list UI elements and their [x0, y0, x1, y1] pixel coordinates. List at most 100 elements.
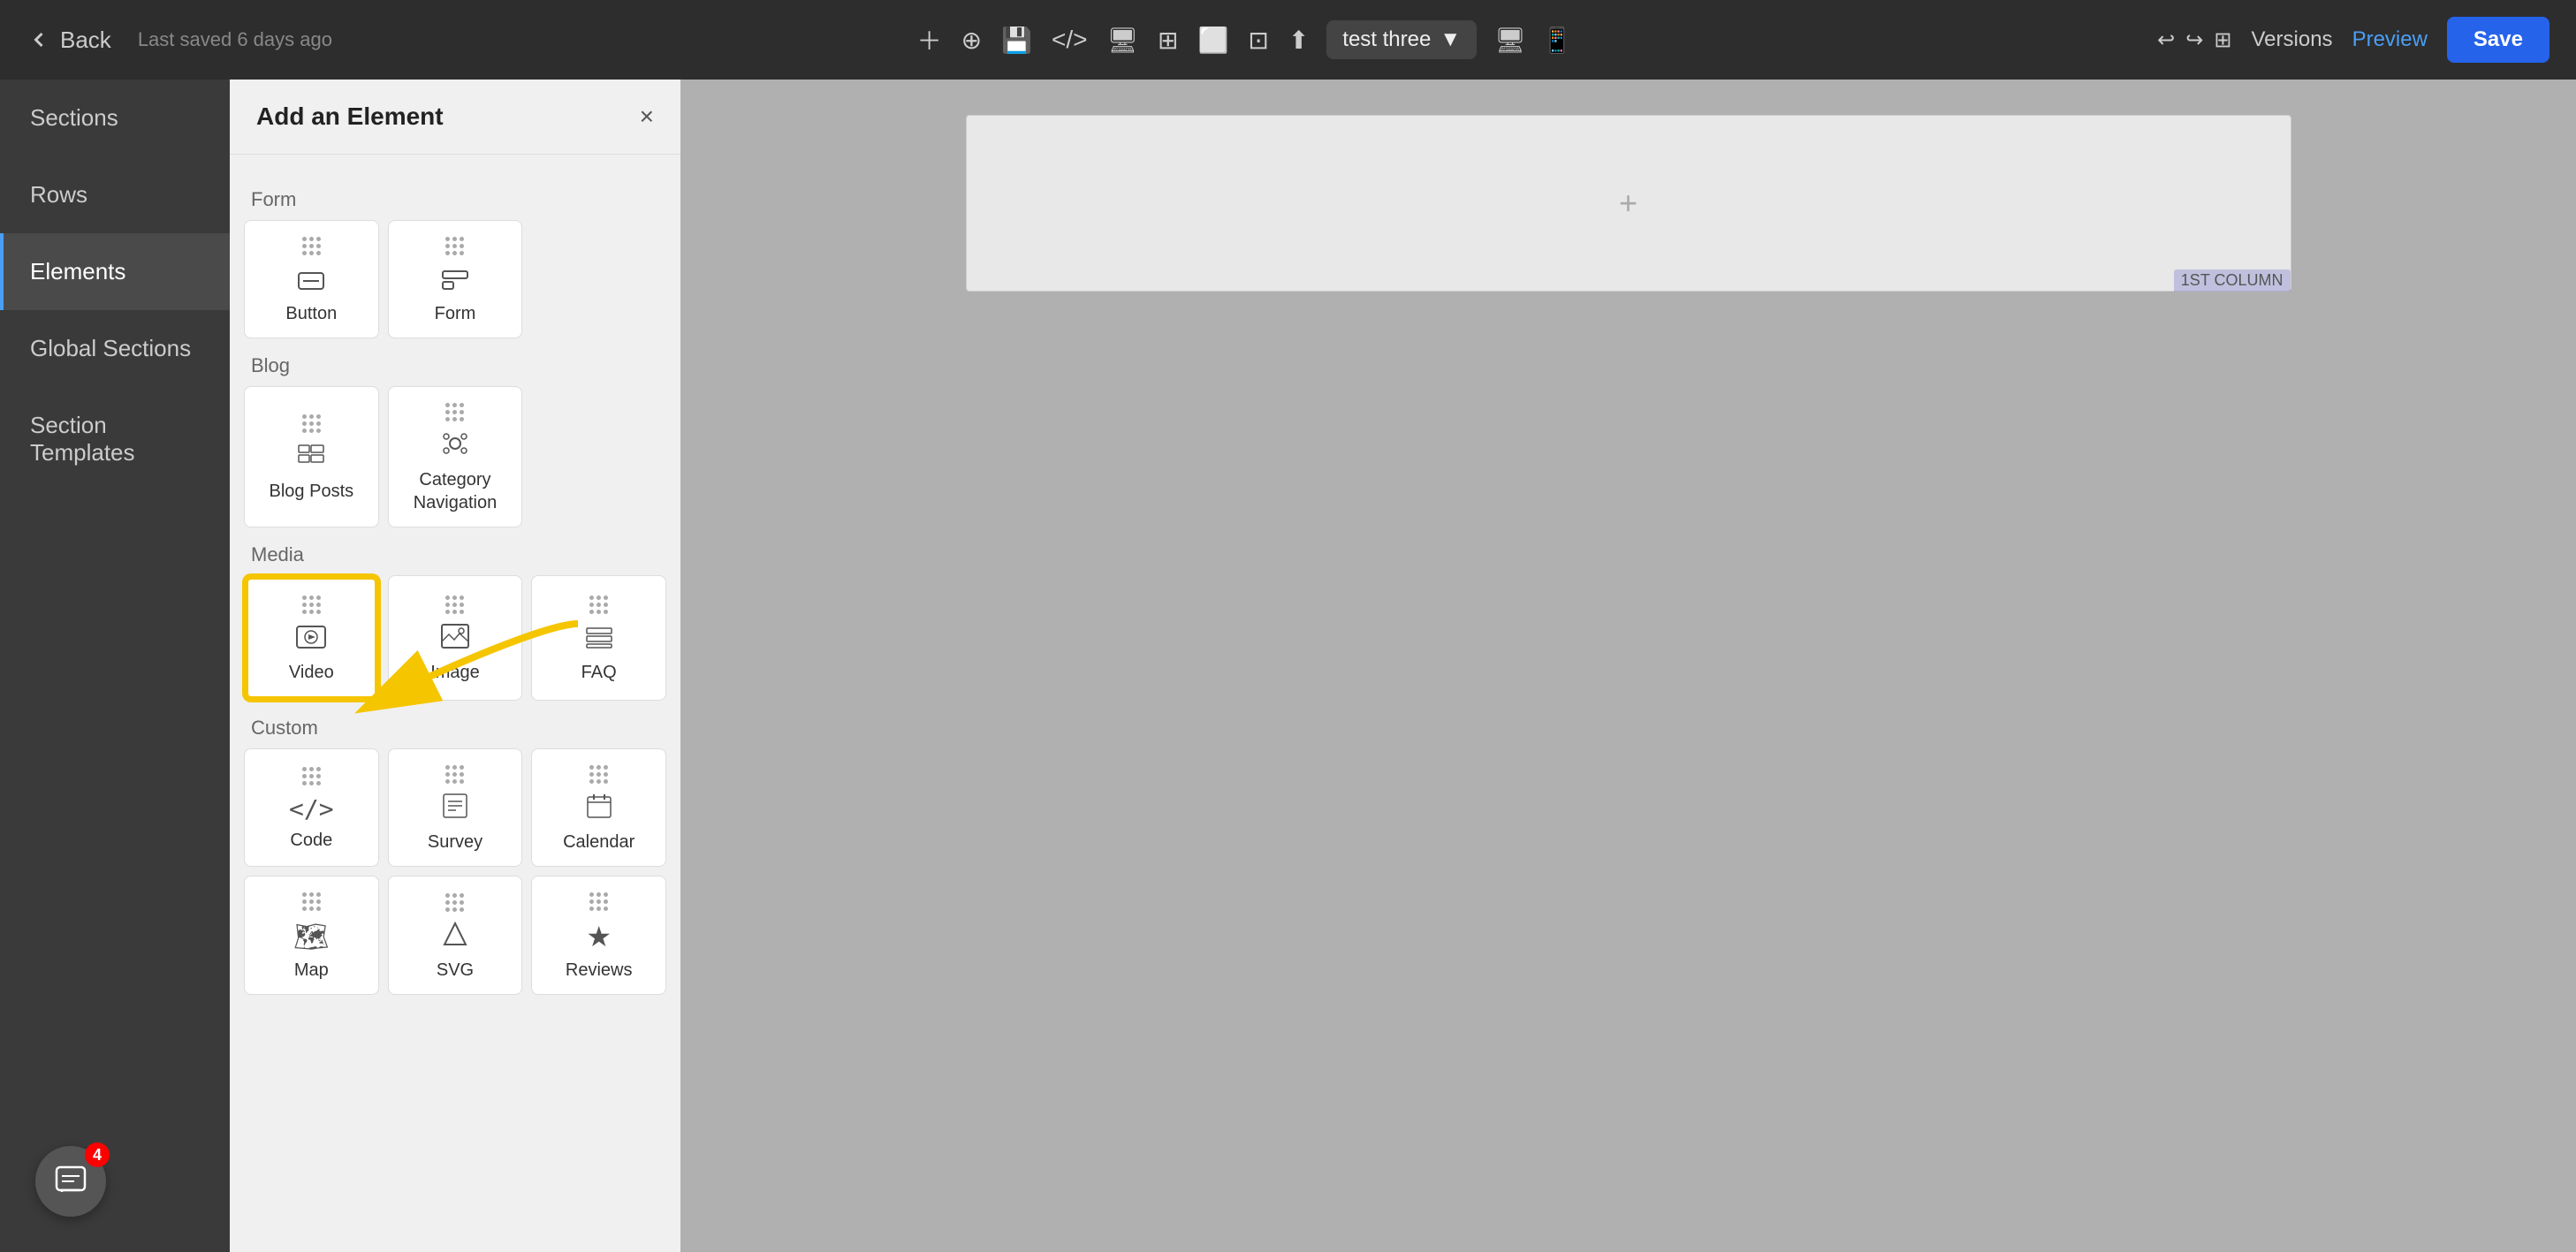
- reviews-dots: [589, 892, 608, 911]
- calendar-icon: [587, 793, 612, 825]
- map-label: Map: [294, 959, 329, 982]
- button-element[interactable]: Button: [244, 220, 379, 338]
- page-selector[interactable]: test three ▼: [1326, 20, 1477, 59]
- form-icon: [442, 264, 468, 297]
- undo-icon[interactable]: ↩: [2157, 27, 2175, 53]
- code-dots: [302, 767, 321, 785]
- save-icon[interactable]: 💾: [1001, 26, 1032, 55]
- video-icon: [296, 623, 326, 656]
- reviews-icon: ★: [586, 920, 612, 953]
- topbar-center: ＋ ⊕ 💾 </> 🖥 ⊞ ⬜ ⊡ ⬆ test three ▼ 🖥 📱: [917, 20, 1573, 59]
- category-navigation-icon: [443, 430, 467, 463]
- export-icon[interactable]: ⬆: [1288, 26, 1309, 55]
- image-dots: [445, 596, 464, 614]
- back-label: Back: [60, 27, 111, 54]
- window-icon[interactable]: ⬜: [1197, 26, 1228, 55]
- svg-label: SVG: [437, 959, 474, 982]
- page-name: test three: [1342, 27, 1431, 52]
- desktop-icon[interactable]: 🖥: [1494, 26, 1526, 55]
- calendar-element[interactable]: Calendar: [531, 748, 666, 867]
- video-element[interactable]: Video: [244, 575, 379, 701]
- svg-dots: [445, 893, 464, 912]
- faq-dots: [589, 596, 608, 614]
- image-element[interactable]: Image: [388, 575, 523, 701]
- versions-button[interactable]: Versions: [2252, 27, 2333, 52]
- blog-posts-dots: [302, 414, 321, 433]
- settings-icon[interactable]: ⊞: [2214, 27, 2231, 53]
- code-icon: </>: [289, 794, 334, 823]
- sidebar-item-sections[interactable]: Sections: [0, 80, 230, 156]
- reviews-element[interactable]: ★ Reviews: [531, 876, 666, 995]
- sidebar-item-global-sections[interactable]: Global Sections: [0, 310, 230, 387]
- blog-posts-icon: [298, 442, 324, 474]
- layout-icon[interactable]: ⊞: [1158, 26, 1178, 55]
- save-button[interactable]: Save: [2447, 17, 2549, 63]
- add-row-button[interactable]: +: [1619, 185, 1638, 222]
- form-grid: Button Form: [244, 220, 666, 338]
- form-section-label: Form: [251, 188, 666, 211]
- tablet-icon[interactable]: 📱: [1542, 26, 1573, 55]
- redo-icon[interactable]: ↪: [2185, 27, 2203, 53]
- chat-notification-badge: 4: [85, 1142, 110, 1167]
- faq-icon: [586, 623, 612, 656]
- video-label: Video: [289, 661, 334, 684]
- chat-icon: [55, 1165, 87, 1197]
- map-icon: 🗺: [293, 920, 330, 953]
- image-icon: [441, 623, 469, 656]
- topbar-right: ↩ ↪ ⊞ Versions Preview Save: [2157, 17, 2549, 63]
- custom-section-label: Custom: [251, 717, 666, 740]
- blog-posts-element[interactable]: Blog Posts: [244, 386, 379, 527]
- panel-title: Add an Element: [256, 102, 444, 131]
- back-button[interactable]: Back: [27, 27, 111, 54]
- media-grid: Video: [244, 575, 666, 701]
- button-dots: [302, 237, 321, 255]
- topbar: Back Last saved 6 days ago ＋ ⊕ 💾 </> 🖥 ⊞…: [0, 0, 2576, 80]
- code-label: Code: [290, 829, 332, 852]
- code-element[interactable]: </> Code: [244, 748, 379, 867]
- custom-grid: </> Code Survey: [244, 748, 666, 867]
- topbar-left: Back Last saved 6 days ago: [27, 27, 332, 54]
- faq-label: FAQ: [581, 661, 617, 684]
- chat-bubble[interactable]: 4: [35, 1146, 106, 1217]
- sidebar-item-rows[interactable]: Rows: [0, 156, 230, 233]
- panel-content: Form Button: [230, 155, 680, 1252]
- category-nav-dots: [445, 403, 464, 421]
- map-element[interactable]: 🗺 Map: [244, 876, 379, 995]
- grid-icon[interactable]: ⊡: [1248, 26, 1268, 55]
- svg-element[interactable]: SVG: [388, 876, 523, 995]
- faq-element[interactable]: FAQ: [531, 575, 666, 701]
- survey-dots: [445, 765, 464, 784]
- survey-label: Survey: [428, 831, 483, 854]
- blog-section-label: Blog: [251, 354, 666, 377]
- panel-close-button[interactable]: ×: [640, 102, 654, 131]
- category-navigation-label: Category Navigation: [398, 468, 513, 514]
- layers-icon[interactable]: ⊕: [961, 26, 982, 55]
- button-icon: [298, 264, 324, 297]
- panel-header: Add an Element ×: [230, 80, 680, 155]
- media-section-label: Media: [251, 543, 666, 566]
- undo-redo: ↩ ↪ ⊞: [2157, 27, 2231, 53]
- sidebar-item-elements[interactable]: Elements: [0, 233, 230, 310]
- form-element[interactable]: Form: [388, 220, 523, 338]
- toolbar-icons: ＋ ⊕ 💾 </> 🖥 ⊞ ⬜ ⊡ ⬆: [917, 22, 1310, 57]
- canvas-frame: + 1ST COLUMN: [966, 115, 2291, 292]
- category-navigation-element[interactable]: Category Navigation: [388, 386, 523, 527]
- form-dots: [445, 237, 464, 255]
- sidebar-item-section-templates[interactable]: Section Templates: [0, 387, 230, 491]
- survey-element[interactable]: Survey: [388, 748, 523, 867]
- svg-icon: [443, 921, 467, 953]
- button-label: Button: [285, 302, 337, 325]
- view-icons: 🖥 📱: [1494, 26, 1572, 55]
- calendar-dots: [589, 765, 608, 784]
- map-dots: [302, 892, 321, 911]
- column-badge: 1ST COLUMN: [2174, 269, 2291, 292]
- blog-grid: Blog Posts Category Na: [244, 386, 666, 527]
- preview-button[interactable]: Preview: [2352, 27, 2428, 52]
- add-icon[interactable]: ＋: [917, 22, 942, 57]
- blog-posts-label: Blog Posts: [270, 480, 354, 503]
- chevron-down-icon: ▼: [1440, 27, 1461, 52]
- reviews-label: Reviews: [566, 959, 633, 982]
- video-dots: [302, 596, 321, 614]
- preview-icon[interactable]: 🖥: [1106, 26, 1138, 55]
- code-icon[interactable]: </>: [1052, 26, 1087, 54]
